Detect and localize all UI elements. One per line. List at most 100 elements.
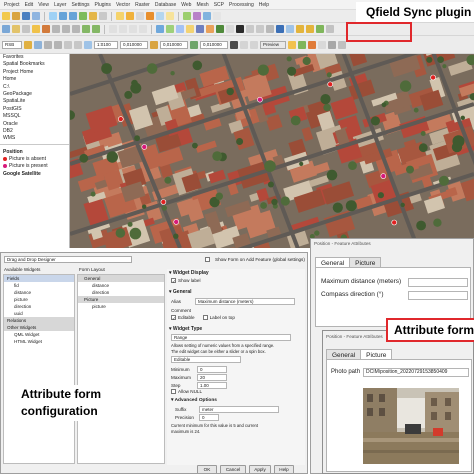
value-field-a[interactable]: 0,010000: [120, 40, 148, 49]
refresh-icon[interactable]: [99, 12, 107, 20]
browser-item[interactable]: PostGIS: [0, 106, 69, 113]
step-input[interactable]: 1.00: [197, 381, 227, 389]
position-point[interactable]: [141, 144, 148, 150]
browser-item[interactable]: Oracle: [0, 121, 69, 128]
label-on-top-checkbox[interactable]: [202, 315, 208, 321]
label-rotate-icon[interactable]: [129, 25, 137, 33]
add-point-icon[interactable]: [32, 25, 40, 33]
browser-item[interactable]: Spatial Bookmarks: [0, 61, 69, 68]
new-project-icon[interactable]: [2, 12, 10, 20]
tree-icon[interactable]: [216, 25, 224, 33]
trace-icon[interactable]: [54, 40, 62, 49]
maximum-input[interactable]: 20: [197, 373, 227, 381]
menu-vector[interactable]: Vector: [116, 2, 130, 8]
hammer-icon[interactable]: [256, 25, 264, 33]
browser-item[interactable]: DB2: [0, 128, 69, 135]
max-distance-input[interactable]: [408, 278, 468, 287]
form-tab-picture[interactable]: Picture: [78, 296, 164, 303]
sync-cloud-icon[interactable]: [286, 25, 294, 33]
grid-icon[interactable]: [226, 25, 234, 33]
tree-item[interactable]: direction: [4, 303, 74, 310]
qfield-project-icon[interactable]: [316, 25, 324, 33]
select-icon[interactable]: [126, 12, 134, 20]
position-point[interactable]: [160, 199, 167, 205]
tool-c-icon[interactable]: [230, 40, 238, 49]
new-layer-icon[interactable]: [206, 25, 214, 33]
map-canvas[interactable]: [70, 54, 474, 248]
snap-icon[interactable]: [34, 40, 42, 49]
tree-item[interactable]: picture: [4, 296, 74, 303]
browser-item[interactable]: Favorites: [0, 54, 69, 61]
plugin-icon[interactable]: [203, 12, 211, 20]
browser-item[interactable]: C:\: [0, 84, 69, 91]
annotation-icon[interactable]: [166, 12, 174, 20]
save-as-icon[interactable]: [32, 12, 40, 20]
tool-b-icon[interactable]: [190, 40, 198, 49]
menu-settings[interactable]: Settings: [71, 2, 89, 8]
tool-h-icon[interactable]: [308, 40, 316, 49]
tree-item-fields[interactable]: Fields: [4, 275, 74, 282]
identify-icon[interactable]: [116, 12, 124, 20]
tools-icon[interactable]: [236, 25, 244, 33]
paste-icon[interactable]: [72, 25, 80, 33]
tree-item[interactable]: distance: [4, 289, 74, 296]
menu-view[interactable]: View: [38, 2, 49, 8]
crs-combo[interactable]: RSB: [2, 40, 22, 49]
show-label-checkbox[interactable]: ✓: [171, 278, 176, 284]
topology-icon[interactable]: [44, 40, 52, 49]
form-tab-general[interactable]: General: [78, 275, 164, 282]
tool-k-icon[interactable]: [338, 40, 346, 49]
position-point[interactable]: [327, 81, 334, 88]
ok-button[interactable]: OK: [197, 465, 217, 473]
label-move-icon[interactable]: [139, 25, 147, 33]
edit-icon[interactable]: [12, 25, 20, 33]
sync-package-icon[interactable]: [306, 25, 314, 33]
measure-icon[interactable]: [136, 12, 144, 20]
form-field[interactable]: distance: [78, 282, 164, 289]
tree-item[interactable]: fid: [4, 282, 74, 289]
position-point[interactable]: [117, 116, 124, 122]
processing-icon[interactable]: [193, 12, 201, 20]
tips-icon[interactable]: [156, 12, 164, 20]
tool-a-icon[interactable]: [150, 40, 158, 49]
form-field[interactable]: direction: [78, 289, 164, 296]
position-point[interactable]: [380, 173, 387, 179]
value-field-b[interactable]: 0,010000: [160, 40, 188, 49]
tree-item-relations[interactable]: Relations: [4, 317, 74, 324]
minimum-input[interactable]: 0: [197, 365, 227, 373]
pan-icon[interactable]: [49, 12, 57, 20]
designer-mode-combo[interactable]: Drag and Drop Designer: [4, 255, 132, 263]
menu-web[interactable]: Web: [181, 2, 191, 8]
tree-item[interactable]: uuid: [4, 310, 74, 317]
intersect-icon[interactable]: [64, 40, 72, 49]
open-project-icon[interactable]: [12, 12, 20, 20]
digitize-icon[interactable]: [2, 25, 10, 33]
layer-position[interactable]: Position: [0, 149, 69, 156]
position-point[interactable]: [173, 219, 179, 225]
sum-icon[interactable]: [146, 12, 154, 20]
browser-item[interactable]: WMS: [0, 135, 69, 142]
position-point[interactable]: [257, 96, 263, 103]
label-icon[interactable]: [109, 25, 117, 33]
vertex-icon[interactable]: [22, 25, 30, 33]
position-point[interactable]: [391, 219, 398, 226]
scp-icon[interactable]: [84, 40, 92, 49]
compass-input[interactable]: [408, 291, 468, 300]
apply-button[interactable]: Apply: [249, 465, 271, 473]
menu-database[interactable]: Database: [155, 2, 176, 8]
tree-item[interactable]: QML Widget: [4, 331, 74, 338]
menu-scp[interactable]: SCP: [214, 2, 224, 8]
tree-item-other-widgets[interactable]: Other Widgets: [4, 324, 74, 331]
editable-checkbox[interactable]: ✓: [171, 315, 176, 321]
tree-item[interactable]: HTML Widget: [4, 338, 74, 345]
position-point[interactable]: [430, 74, 436, 81]
add-wms-icon[interactable]: [176, 25, 184, 33]
show-form-checkbox[interactable]: [205, 256, 210, 262]
menu-plugins[interactable]: Plugins: [95, 2, 111, 8]
tool-d-icon[interactable]: [240, 40, 248, 49]
browser-item[interactable]: SpatiaLite: [0, 98, 69, 105]
layer-google-satellite[interactable]: Google Satellite: [0, 171, 69, 178]
form-layout-tree[interactable]: General distance direction Picture pictu…: [77, 274, 165, 464]
zoom-in-icon[interactable]: [59, 12, 67, 20]
browser-item[interactable]: Home: [0, 76, 69, 83]
